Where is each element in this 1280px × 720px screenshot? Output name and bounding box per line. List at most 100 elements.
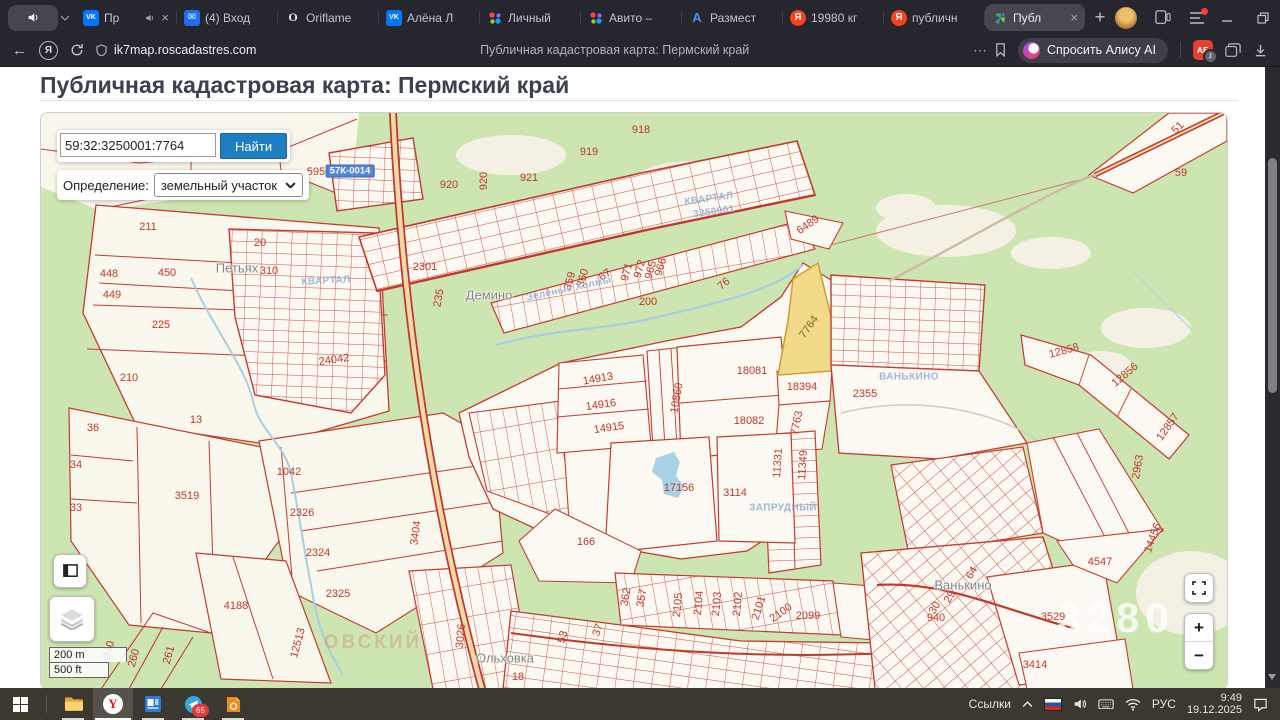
tab-title: 19980 кг bbox=[811, 11, 876, 25]
restore-button[interactable] bbox=[1245, 0, 1280, 35]
side-panels-icon[interactable] bbox=[1155, 10, 1171, 24]
minimize-button[interactable] bbox=[1209, 0, 1245, 35]
notification-dot bbox=[1201, 8, 1208, 15]
page-heading: Публичная кадастровая карта: Пермский кр… bbox=[40, 72, 569, 99]
find-button[interactable]: Найти bbox=[220, 133, 287, 159]
collections-icon[interactable] bbox=[1225, 43, 1241, 57]
zoom-control: + − bbox=[1184, 613, 1214, 670]
page-scrollbar[interactable] bbox=[1265, 66, 1280, 688]
map-label: 37 bbox=[590, 622, 605, 638]
keyboard-icon[interactable] bbox=[1098, 699, 1114, 710]
overview-map-button[interactable] bbox=[53, 554, 87, 588]
cadastral-map[interactable]: 5957920920921919918230123535936067971972… bbox=[40, 112, 1228, 690]
tab-close-icon[interactable]: × bbox=[160, 10, 169, 25]
profile-avatar[interactable] bbox=[1115, 7, 1137, 29]
map-label: 166 bbox=[577, 536, 595, 548]
adblock-extension-icon[interactable]: АБ 1 bbox=[1193, 40, 1213, 60]
av-favicon: А bbox=[689, 10, 705, 26]
browser-tab[interactable]: Япубличн bbox=[884, 0, 984, 35]
cadastral-number-input[interactable] bbox=[60, 133, 216, 157]
orange-document-icon bbox=[226, 696, 241, 713]
chevron-down-icon[interactable] bbox=[60, 15, 70, 21]
browser-tab[interactable]: Я 19980 кг bbox=[783, 0, 883, 35]
russian-flag-icon[interactable] bbox=[1044, 698, 1062, 711]
scale-metric: 200 m bbox=[49, 647, 127, 662]
chevron-up-icon[interactable] bbox=[1022, 701, 1033, 708]
chevron-down-icon bbox=[285, 182, 296, 189]
telegram-badge: 65 bbox=[192, 704, 209, 717]
fullscreen-icon bbox=[1192, 581, 1206, 595]
overflow-icon[interactable]: ⋯ bbox=[973, 42, 988, 59]
wifi-icon[interactable] bbox=[1125, 698, 1141, 711]
yandex-browser-button[interactable]: Y bbox=[93, 688, 133, 720]
telegram-button[interactable]: 65 bbox=[173, 688, 213, 720]
volume-icon[interactable] bbox=[1073, 697, 1087, 711]
security-shield-icon[interactable] bbox=[96, 44, 107, 57]
map-label: 20 bbox=[254, 237, 266, 249]
scale-indicator: 200 m 500 ft bbox=[49, 647, 127, 678]
omnibox[interactable]: ik7map.roscadastres.com Публичная кадаст… bbox=[96, 35, 1006, 65]
map-label: 2301 bbox=[413, 261, 437, 273]
browser-tab[interactable]: Авито – bbox=[581, 0, 681, 35]
scale-imperial: 500 ft bbox=[49, 662, 109, 678]
browser-tab[interactable]: ✉(4) Вход bbox=[177, 0, 277, 35]
menu-icon[interactable] bbox=[1189, 11, 1205, 25]
map-label: 14915 bbox=[593, 420, 625, 436]
tab-title: Авито – bbox=[609, 11, 674, 25]
ya-favicon: Я bbox=[790, 10, 806, 26]
map-label: 53 bbox=[556, 630, 571, 645]
global-mute-button[interactable] bbox=[8, 5, 58, 31]
adblock-counter: 1 bbox=[1203, 49, 1218, 64]
browser-tab[interactable]: АРазмест bbox=[682, 0, 782, 35]
file-explorer-button[interactable] bbox=[53, 688, 93, 720]
map-label: 7763 bbox=[789, 410, 806, 436]
map-label: 3404 bbox=[408, 520, 423, 546]
dots-favicon bbox=[487, 10, 503, 26]
map-label: 2355 bbox=[853, 388, 877, 400]
fullscreen-button[interactable] bbox=[1184, 573, 1214, 603]
tab-audio-icon[interactable] bbox=[145, 13, 155, 23]
map-label: 2325 bbox=[326, 588, 350, 600]
yandex-home-button[interactable]: Я bbox=[39, 41, 58, 60]
ask-alice-button[interactable]: Спросить Алису AI bbox=[1018, 38, 1168, 63]
scrollbar-down-arrow[interactable] bbox=[1268, 674, 1276, 680]
chrome-right-cluster bbox=[1115, 7, 1209, 29]
map-label: 34 bbox=[70, 459, 82, 471]
language-indicator[interactable]: РУС bbox=[1152, 697, 1176, 711]
scrollbar-thumb[interactable] bbox=[1268, 158, 1277, 393]
map-label: 4188 bbox=[224, 600, 248, 612]
action-center-icon[interactable] bbox=[1253, 697, 1268, 712]
ya-favicon: Я bbox=[891, 10, 907, 26]
map-label: 2324 bbox=[306, 547, 330, 559]
map-label: 450 bbox=[158, 267, 176, 279]
tab-close-icon[interactable]: × bbox=[1069, 10, 1078, 25]
reload-button[interactable] bbox=[70, 43, 84, 57]
mail-favicon: ✉ bbox=[184, 10, 200, 26]
zoom-in-button[interactable]: + bbox=[1185, 614, 1213, 641]
browser-tab[interactable]: Публ× bbox=[985, 4, 1085, 31]
bookmark-icon[interactable] bbox=[995, 43, 1006, 57]
back-button[interactable]: ← bbox=[12, 42, 27, 59]
new-tab-button[interactable]: + bbox=[1085, 4, 1115, 31]
clock[interactable]: 9:49 19.12.2025 bbox=[1187, 692, 1242, 716]
map-label: 18 bbox=[512, 671, 524, 683]
links-toolbar-label[interactable]: Ссылки bbox=[969, 697, 1011, 711]
page-title-text: Публичная кадастровая карта: Пермский кр… bbox=[263, 43, 966, 57]
map-label: 18394 bbox=[787, 381, 818, 393]
browser-tab[interactable]: VKПр× bbox=[76, 0, 176, 35]
downloads-icon[interactable] bbox=[1253, 43, 1268, 58]
browser-tab[interactable]: OOriflame bbox=[278, 0, 378, 35]
layers-button[interactable] bbox=[49, 596, 95, 642]
speaker-icon bbox=[27, 11, 40, 24]
browser-tab[interactable]: Личный bbox=[480, 0, 580, 35]
map-label: 17156 bbox=[664, 482, 695, 494]
definition-select[interactable]: земельный участок bbox=[154, 173, 303, 197]
documents-app-button[interactable] bbox=[133, 688, 173, 720]
browser-tab[interactable]: VKАлёна Л bbox=[379, 0, 479, 35]
toolbar-divider bbox=[1180, 42, 1181, 58]
map-label: 2102 bbox=[731, 591, 745, 616]
zoom-out-button[interactable]: − bbox=[1185, 642, 1213, 669]
start-button[interactable] bbox=[0, 688, 40, 720]
oriflame-app-button[interactable] bbox=[213, 688, 253, 720]
vk-favicon: VK bbox=[83, 10, 99, 26]
